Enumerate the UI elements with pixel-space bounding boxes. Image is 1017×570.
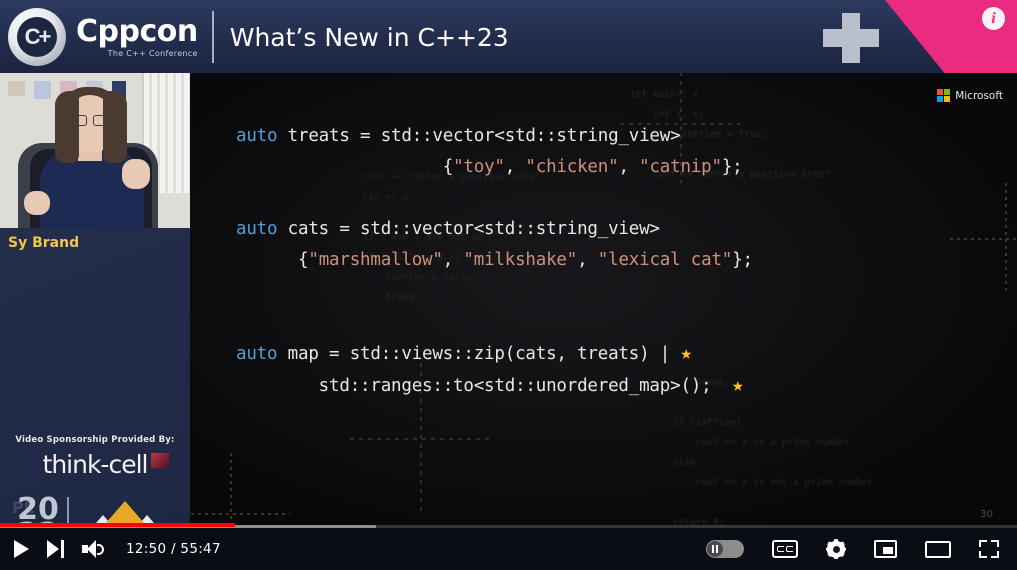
code-line: auto cats = std::vector<std::string_view…	[236, 214, 1006, 245]
play-icon	[14, 540, 29, 558]
miniplayer-button[interactable]	[874, 540, 897, 558]
microsoft-wordmark: Microsoft	[955, 89, 1003, 102]
sponsor-label: Video Sponsorship Provided By:	[15, 435, 175, 445]
speaker-sidebar: Sy Brand PL Video Sponsorship Provided B…	[0, 73, 190, 528]
play-button[interactable]	[14, 540, 29, 558]
info-icon[interactable]: i	[982, 7, 1005, 30]
code-token: map = std::views::zip(cats, treats) |	[277, 344, 681, 364]
miniplayer-icon	[874, 540, 897, 558]
fullscreen-button[interactable]	[979, 540, 999, 558]
code-token: "lexical cat"	[597, 250, 733, 270]
code-line: {"marshmallow", "milkshake", "lexical ca…	[236, 245, 1006, 276]
code-token: ,	[504, 157, 526, 177]
code-token: ,	[577, 250, 598, 270]
slide-number: 30	[980, 509, 993, 520]
plus-decoration-icon	[823, 13, 879, 63]
theater-mode-button[interactable]	[925, 540, 951, 558]
code-token: cats = std::vector<std::string_view>	[277, 219, 660, 239]
sponsor-name: think-cell	[42, 450, 149, 479]
code-token: treats = std::vector<std::string_view>	[277, 126, 681, 146]
code-line: auto treats = std::vector<std::string_vi…	[236, 121, 1006, 152]
cppcon-logo-title: Cppcon	[76, 13, 198, 49]
banner-divider	[211, 11, 214, 63]
talk-title: What’s New in C++23	[229, 22, 509, 52]
code-token: };	[732, 250, 753, 270]
autoplay-toggle[interactable]	[706, 540, 744, 558]
code-token: ,	[442, 250, 464, 270]
cppcon-logo-glyph: C+	[24, 24, 52, 49]
volume-icon	[82, 540, 104, 558]
sponsor-logo: think-cell	[42, 450, 170, 479]
code-token: std::ranges::to<std::unordered_map>();	[236, 376, 733, 396]
code-token: ★	[680, 342, 692, 364]
webcam-hand-right	[122, 159, 150, 189]
code-line: std::ranges::to<std::unordered_map>(); ★	[236, 370, 1006, 402]
code-line: {"toy", "chicken", "catnip"};	[236, 152, 1006, 183]
code-token: auto	[236, 344, 278, 364]
code-token: {	[236, 250, 309, 270]
cppcon-logo-tagline: The C++ Conference	[107, 48, 198, 58]
code-token: auto	[236, 219, 278, 239]
speaker-webcam-video	[0, 73, 190, 228]
slide-code: auto treats = std::vector<std::string_vi…	[236, 121, 1006, 402]
theater-icon	[925, 540, 951, 558]
webcam-hair-right	[103, 91, 127, 163]
webcam-glasses-icon	[66, 115, 114, 126]
code-token: "toy"	[453, 157, 505, 177]
captions-button[interactable]	[772, 540, 798, 558]
player-controls: 12:50 / 55:47	[0, 528, 1017, 570]
code-token: {	[236, 157, 454, 177]
webcam-hand-left	[24, 191, 50, 215]
volume-button[interactable]	[82, 540, 104, 558]
closed-captions-icon	[772, 540, 798, 558]
cppcon-logo-icon: C+	[8, 8, 66, 66]
microsoft-squares-icon	[937, 89, 951, 102]
code-token: auto	[236, 126, 278, 146]
sponsor-mark-icon	[151, 453, 170, 468]
presentation-banner: C+ Cppcon The C++ Conference What’s New …	[0, 0, 1017, 73]
code-token: "milkshake"	[463, 250, 578, 270]
autoplay-toggle-icon	[706, 540, 744, 558]
code-token: "marshmallow"	[308, 250, 443, 270]
gear-icon	[826, 539, 846, 559]
code-token: };	[721, 157, 743, 177]
code-token: "catnip"	[639, 157, 722, 177]
sponsor-block: Video Sponsorship Provided By: think-cel…	[0, 435, 190, 479]
next-video-button[interactable]	[47, 540, 64, 558]
time-display: 12:50 / 55:47	[126, 541, 221, 557]
speaker-name: Sy Brand	[8, 235, 80, 251]
microsoft-logo: Microsoft	[937, 89, 1003, 102]
settings-button[interactable]	[826, 539, 846, 559]
video-player-root: C+ Cppcon The C++ Conference What’s New …	[0, 0, 1017, 570]
code-line: auto map = std::views::zip(cats, treats)…	[236, 338, 1006, 370]
progress-played	[0, 523, 235, 527]
slide-content: int main() { int i, x; bool isPrime = tr…	[190, 73, 1017, 528]
code-token: "chicken"	[525, 157, 619, 177]
fullscreen-icon	[979, 540, 999, 558]
code-token: ,	[618, 157, 640, 177]
code-token: ★	[732, 374, 744, 396]
webcam-hair-left	[55, 91, 79, 163]
cppcon-branding: C+ Cppcon The C++ Conference What’s New …	[8, 7, 509, 67]
next-icon	[47, 540, 64, 558]
